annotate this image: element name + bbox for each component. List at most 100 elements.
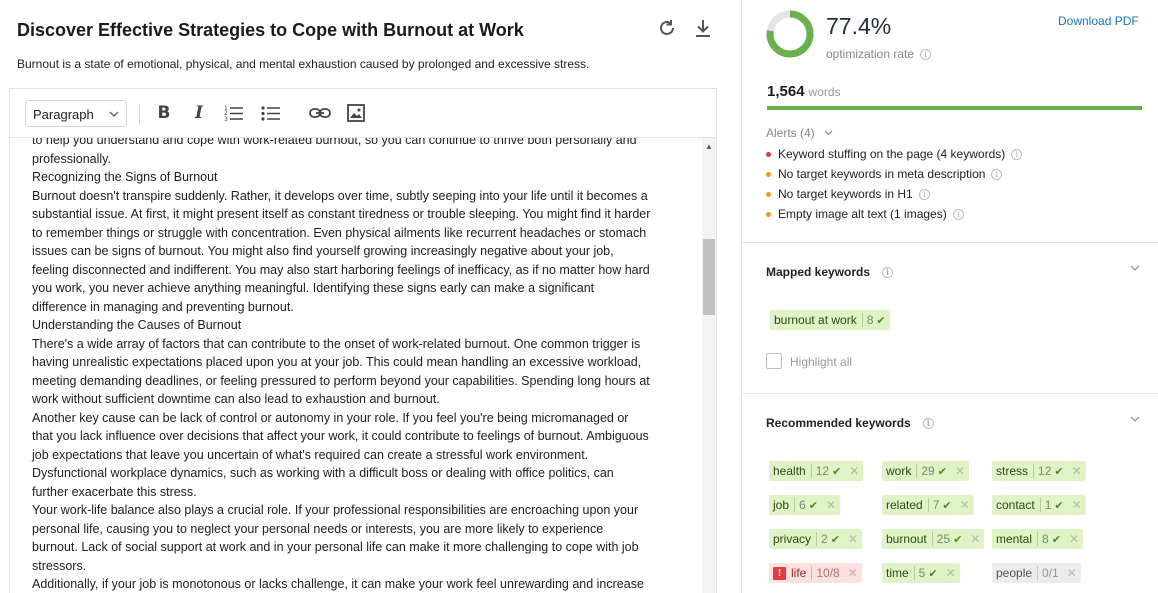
editor-text[interactable]: to help you understand and cope with wor… <box>32 138 692 593</box>
content-line[interactable]: having unrealistic expectations placed u… <box>32 353 692 372</box>
content-line[interactable]: stressors. <box>32 557 692 576</box>
keyword-chip[interactable]: work 29 ✔ ✕ <box>882 461 969 481</box>
content-line[interactable]: Another key cause can be lack of control… <box>32 409 692 428</box>
content-line[interactable]: that you lack influence over decisions t… <box>32 427 692 446</box>
word-count-bar <box>767 106 1142 110</box>
content-line[interactable]: professionally. <box>32 150 692 169</box>
image-button[interactable] <box>345 102 367 124</box>
keyword-count: 5 <box>913 566 925 580</box>
keyword-count: 8 <box>1037 532 1049 546</box>
editor-scrollbar[interactable]: ▲ <box>702 138 716 593</box>
keyword-count: 29 <box>916 464 935 478</box>
keyword-label: life <box>791 566 807 580</box>
content-line[interactable]: Burnout doesn't transpire suddenly. Rath… <box>32 187 692 206</box>
svg-text:3: 3 <box>224 116 228 122</box>
content-line[interactable]: you work, you never achieve anything mea… <box>32 279 692 298</box>
alert-item: No target keywords in H1 i <box>766 187 930 201</box>
chevron-down-icon <box>109 107 119 122</box>
keyword-chip[interactable]: health 12 ✔ ✕ <box>769 461 864 481</box>
alerts-toggle[interactable]: Alerts (4) <box>766 126 833 140</box>
info-icon[interactable]: i <box>882 266 894 278</box>
bullet-list-button[interactable] <box>260 102 282 124</box>
keyword-chip[interactable]: privacy 2 ✔ ✕ <box>769 529 862 549</box>
remove-keyword-icon[interactable]: ✕ <box>946 566 956 580</box>
editor-content[interactable]: to help you understand and cope with wor… <box>10 138 702 593</box>
content-line[interactable]: work without sufficient downtime can als… <box>32 390 692 409</box>
content-line[interactable]: to remember things or struggle with conc… <box>32 224 692 243</box>
keyword-chip[interactable]: related 7 ✔ ✕ <box>882 495 974 515</box>
info-icon[interactable]: i <box>920 49 932 61</box>
keyword-chip[interactable]: job 6 ✔ ✕ <box>769 495 840 515</box>
keyword-label: time <box>886 566 909 580</box>
remove-keyword-icon[interactable]: ✕ <box>1069 532 1079 546</box>
alert-item: Empty image alt text (1 images) i <box>766 207 964 221</box>
mapped-keywords-heading: Mapped keywords i <box>766 265 894 279</box>
content-line[interactable]: There's a wide array of factors that can… <box>32 335 692 354</box>
download-pdf-link[interactable]: Download PDF <box>1058 14 1139 28</box>
keyword-chip[interactable]: ! life 10/8 ✕ <box>769 563 862 583</box>
content-line[interactable]: Your work-life balance also plays a cruc… <box>32 501 692 520</box>
keyword-chip[interactable]: contact 1 ✔ ✕ <box>992 495 1086 515</box>
highlight-all-checkbox[interactable] <box>766 353 782 369</box>
keyword-label: burnout <box>886 532 927 546</box>
scrollbar-thumb[interactable] <box>703 239 715 315</box>
warning-icon: ! <box>773 566 786 580</box>
remove-keyword-icon[interactable]: ✕ <box>955 464 965 478</box>
refresh-icon[interactable] <box>656 16 678 40</box>
content-line[interactable]: meeting demanding deadlines, or feeling … <box>32 372 692 391</box>
remove-keyword-icon[interactable]: ✕ <box>849 464 859 478</box>
keyword-chip[interactable]: burnout 25 ✔ ✕ <box>882 529 985 549</box>
keyword-chip[interactable]: people 0/1 ✕ <box>992 563 1081 583</box>
alert-item: No target keywords in meta description i <box>766 167 1003 181</box>
keyword-chip[interactable]: mental 8 ✔ ✕ <box>992 529 1083 549</box>
remove-keyword-icon[interactable]: ✕ <box>960 498 970 512</box>
keyword-chip[interactable]: stress 12 ✔ ✕ <box>992 461 1086 481</box>
page-title[interactable]: Discover Effective Strategies to Cope wi… <box>17 20 524 41</box>
content-line[interactable]: burnout. Lack of social support at work … <box>32 538 692 557</box>
keyword-chip[interactable]: burnout at work 8 ✔ <box>770 310 890 330</box>
bold-icon: B <box>157 103 171 123</box>
remove-keyword-icon[interactable]: ✕ <box>826 498 836 512</box>
keyword-chip[interactable]: time 5 ✔ ✕ <box>882 563 960 583</box>
image-icon <box>347 104 365 122</box>
meta-description[interactable]: Burnout is a state of emotional, physica… <box>17 57 589 71</box>
info-icon[interactable]: i <box>918 188 930 200</box>
chevron-down-icon[interactable] <box>1130 414 1140 426</box>
content-line[interactable]: job expectations that leave you uncertai… <box>32 446 692 465</box>
content-line[interactable]: issues can be signs of burnout. You migh… <box>32 242 692 261</box>
remove-keyword-icon[interactable]: ✕ <box>1072 498 1082 512</box>
info-icon[interactable]: i <box>952 208 964 220</box>
optimization-rate-label-text: optimization rate <box>826 47 915 61</box>
ordered-list-button[interactable]: 123 <box>223 102 245 124</box>
italic-button[interactable]: I <box>188 102 210 124</box>
content-line[interactable]: substantial issue. At first, it might pr… <box>32 205 692 224</box>
content-line[interactable]: Recognizing the Signs of Burnout <box>32 168 692 187</box>
remove-keyword-icon[interactable]: ✕ <box>1072 464 1082 478</box>
scroll-up-arrow-icon[interactable]: ▲ <box>705 142 713 151</box>
content-line[interactable]: difference in managing and preventing bu… <box>32 298 692 317</box>
content-line[interactable]: further exacerbate this stress. <box>32 483 692 502</box>
content-line[interactable]: Additionally, if your job is monotonous … <box>32 575 692 593</box>
remove-keyword-icon[interactable]: ✕ <box>970 532 980 546</box>
content-line[interactable]: to help you understand and cope with wor… <box>32 138 692 150</box>
keyword-label: related <box>886 498 923 512</box>
content-line[interactable]: Understanding the Causes of Burnout <box>32 316 692 335</box>
info-icon[interactable]: i <box>991 168 1003 180</box>
block-format-select[interactable]: Paragraph <box>25 100 127 127</box>
bold-button[interactable]: B <box>153 102 175 124</box>
remove-keyword-icon[interactable]: ✕ <box>1067 566 1077 580</box>
link-icon <box>309 108 331 118</box>
info-icon[interactable]: i <box>922 417 934 429</box>
remove-keyword-icon[interactable]: ✕ <box>848 532 858 546</box>
content-line[interactable]: Dysfunctional workplace dynamics, such a… <box>32 464 692 483</box>
keyword-count: 6 <box>794 498 806 512</box>
keyword-count: 12 <box>1033 464 1051 478</box>
chevron-down-icon[interactable] <box>1130 263 1140 275</box>
download-icon[interactable] <box>692 16 714 40</box>
content-line[interactable]: personal life, causing you to neglect yo… <box>32 520 692 539</box>
remove-keyword-icon[interactable]: ✕ <box>848 566 858 580</box>
check-icon: ✔ <box>832 465 842 478</box>
info-icon[interactable]: i <box>1011 148 1023 160</box>
link-button[interactable] <box>309 102 331 124</box>
content-line[interactable]: feeling disconnected and indifferent. Yo… <box>32 261 692 280</box>
